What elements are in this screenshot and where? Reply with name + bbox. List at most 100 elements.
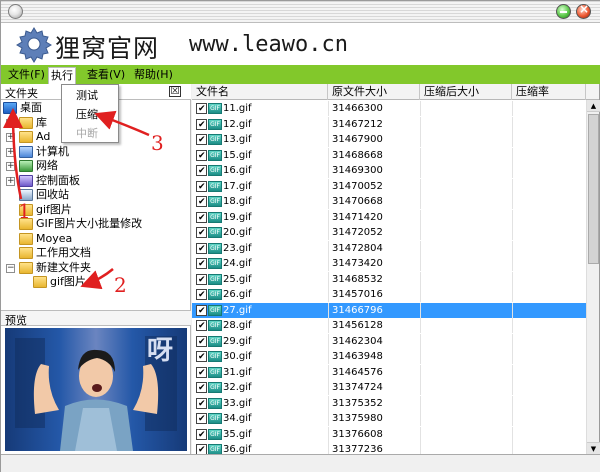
row-checkbox[interactable] [196,102,207,117]
row-checkbox[interactable] [196,257,207,272]
row-checkbox[interactable] [196,211,207,226]
row-checkbox[interactable] [196,149,207,164]
row-checkbox[interactable] [196,164,207,179]
row-checkbox[interactable] [196,443,207,454]
tree-expander-icon[interactable]: + [6,147,15,157]
table-row[interactable]: GIF24.gif 31473420 [192,256,586,272]
menu-view[interactable]: 查看(V) [85,67,127,82]
close-button[interactable] [576,2,591,19]
tree-node[interactable]: − 新建文件夹 [1,261,189,275]
annotation-number-1: 1 [18,199,31,223]
column-divider [420,132,421,147]
original-size: 31375352 [332,397,383,409]
tree-expander-icon[interactable]: + [6,162,15,171]
file-name: 17.gif [223,180,252,192]
table-row[interactable]: GIF17.gif 31470052 [192,178,586,195]
table-row[interactable]: GIF12.gif 31467212 [192,116,586,133]
tree-expander-icon[interactable]: + [6,133,15,142]
tree-node-label: gif图片 [36,202,72,216]
annotation-number-3: 3 [151,131,164,155]
table-row[interactable]: GIF19.gif 31471420 [192,209,586,226]
table-row[interactable]: GIF16.gif 31469300 [192,163,586,179]
row-checkbox[interactable] [196,180,207,195]
row-checkbox[interactable] [196,412,207,427]
table-row[interactable]: GIF33.gif 31375352 [192,395,586,412]
vertical-scrollbar[interactable]: ▲ ▼ [586,100,600,454]
original-size: 31466300 [332,103,383,114]
row-checkbox[interactable] [196,366,207,381]
original-size: 31468668 [332,149,383,161]
row-checkbox[interactable] [196,381,207,396]
row-checkbox[interactable] [196,350,207,365]
gif-file-icon: GIF [208,118,222,130]
column-divider [420,349,421,364]
app-menu-icon[interactable] [8,4,23,19]
column-divider [512,132,513,147]
table-row[interactable]: GIF27.gif 31466796 [192,302,586,319]
tree-expander-icon[interactable]: − [6,263,15,273]
row-checkbox[interactable] [196,397,207,412]
table-row[interactable]: GIF29.gif 31462304 [192,333,586,350]
tree-node[interactable]: + 控制面板 [1,174,189,188]
tree-node[interactable]: 工作用文档 [1,246,189,260]
exec-menu-item[interactable]: 测试 [62,87,118,105]
tree-node[interactable]: + 网络 [1,159,189,173]
row-checkbox[interactable] [196,335,207,350]
tree-node[interactable]: Moyea [1,232,189,246]
row-checkbox[interactable] [196,195,207,210]
table-row[interactable]: GIF28.gif 31456128 [192,318,586,334]
column-divider [512,442,513,454]
scroll-thumb[interactable] [588,114,599,264]
tree-node[interactable]: gif图片 [1,275,189,289]
menu-help[interactable]: 帮助(H) [132,67,175,82]
table-row[interactable]: GIF20.gif 31472052 [192,225,586,241]
table-row[interactable]: GIF23.gif 31472804 [192,240,586,257]
table-row[interactable]: GIF11.gif 31466300 [192,101,586,117]
column-header-original-size[interactable]: 原文件大小 [328,84,420,100]
menu-file[interactable]: 文件(F) [6,67,47,82]
tree-expander-icon[interactable]: + [6,118,15,128]
row-checkbox[interactable] [196,273,207,288]
column-header-compression-ratio[interactable]: 压缩率 [512,84,586,100]
file-name: 13.gif [223,134,252,145]
file-name: 20.gif [223,227,252,238]
row-checkbox[interactable] [196,226,207,241]
table-row[interactable]: GIF15.gif 31468668 [192,147,586,164]
table-row[interactable]: GIF18.gif 31470668 [192,194,586,210]
table-row[interactable]: GIF31.gif 31464576 [192,364,586,381]
tree-expander-icon[interactable]: + [6,176,15,186]
title-bar[interactable] [1,1,600,23]
table-row[interactable]: GIF25.gif 31468532 [192,271,586,288]
scroll-up-arrow-icon[interactable]: ▲ [587,100,600,112]
row-checkbox[interactable] [196,288,207,303]
row-checkbox[interactable] [196,319,207,334]
column-header-filename[interactable]: 文件名 [192,84,328,100]
row-checkbox[interactable] [196,304,207,319]
exec-dropdown-menu: 测试 压缩 中断 [61,84,119,143]
row-checkbox[interactable] [196,118,207,133]
brand-title: 狸窝官网 [55,34,160,63]
row-checkbox[interactable] [196,242,207,257]
gif-file-icon: GIF [208,366,222,378]
folder-panel-close-icon[interactable]: ☒ [169,86,181,97]
folder-icon [19,131,33,143]
table-row[interactable]: GIF30.gif 31463948 [192,349,586,365]
gif-file-icon: GIF [208,242,222,254]
original-size: 31467900 [332,134,383,145]
table-row[interactable]: GIF36.gif 31377236 [192,442,586,454]
table-row[interactable]: GIF35.gif 31376608 [192,426,586,443]
column-divider [328,395,329,411]
exec-menu-item[interactable]: 压缩 [62,106,118,124]
scroll-down-arrow-icon[interactable]: ▼ [587,442,600,454]
minimize-button[interactable] [556,4,571,19]
table-row[interactable]: GIF26.gif 31457016 [192,287,586,303]
table-row[interactable]: GIF13.gif 31467900 [192,132,586,148]
computer-icon [19,145,33,158]
column-header-compressed-size[interactable]: 压缩后大小 [420,84,512,100]
row-checkbox[interactable] [196,133,207,148]
menu-exec[interactable]: 执行 [48,67,76,84]
gif-file-icon: GIF [208,196,222,207]
row-checkbox[interactable] [196,428,207,443]
table-row[interactable]: GIF34.gif 31375980 [192,411,586,427]
table-row[interactable]: GIF32.gif 31374724 [192,380,586,396]
